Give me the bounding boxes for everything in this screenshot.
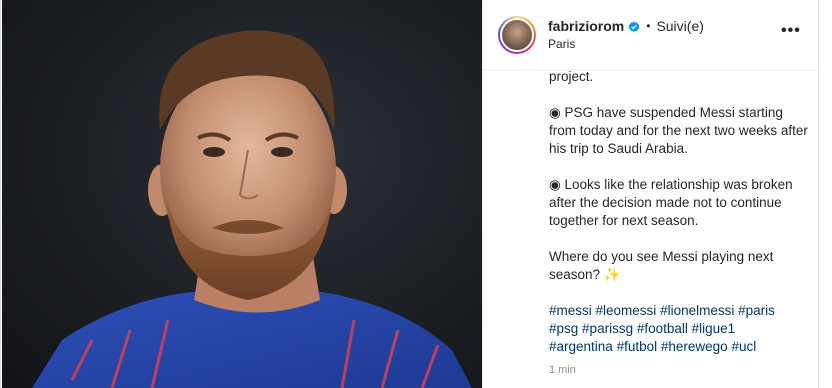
caption-paragraph-1: ◉ PSG have suspended Messi starting from… <box>549 105 808 156</box>
post-side-panel: fabriziorom • Suivi(e) Paris ••• project… <box>482 0 821 388</box>
hashtag-link[interactable]: #football <box>637 321 688 336</box>
separator-dot: • <box>646 19 651 33</box>
hashtag-list: #messi #leomessi #lionelmessi #paris #ps… <box>549 302 809 356</box>
hashtag-link[interactable]: #psg <box>549 321 578 336</box>
post-photo[interactable] <box>2 0 482 388</box>
username-link[interactable]: fabriziorom <box>548 18 624 34</box>
caption-paragraph-2: ◉ Looks like the relationship was broken… <box>549 177 793 228</box>
avatar[interactable] <box>498 15 536 54</box>
hashtag-link[interactable]: #messi <box>549 303 592 318</box>
verified-badge-icon <box>628 20 640 32</box>
post-modal: fabriziorom • Suivi(e) Paris ••• project… <box>0 0 821 388</box>
hashtag-link[interactable]: #herewego <box>661 339 728 354</box>
hashtag-link[interactable]: #argentina <box>549 339 613 354</box>
hashtag-link[interactable]: #futbol <box>617 339 658 354</box>
hashtag-link[interactable]: #paris <box>738 303 775 318</box>
player-portrait <box>32 30 472 388</box>
caption-top-text: project. <box>549 69 594 84</box>
caption-paragraph-3: Where do you see Messi playing next seas… <box>549 249 774 282</box>
avatar-image <box>500 17 534 52</box>
hashtag-link[interactable]: #ucl <box>731 339 756 354</box>
post-timestamp[interactable]: 1 min <box>549 364 576 376</box>
hashtag-link[interactable]: #ligue1 <box>692 321 736 336</box>
hashtag-link[interactable]: #lionelmessi <box>660 303 734 318</box>
more-options-icon[interactable]: ••• <box>781 23 800 42</box>
hashtag-link[interactable]: #parissg <box>582 321 633 336</box>
follow-status-button[interactable]: Suivi(e) <box>656 18 703 34</box>
caption: project. ◉ PSG have suspended Messi star… <box>549 68 809 356</box>
post-header: fabriziorom • Suivi(e) Paris ••• <box>483 0 821 70</box>
hashtag-link[interactable]: #leomessi <box>596 303 657 318</box>
